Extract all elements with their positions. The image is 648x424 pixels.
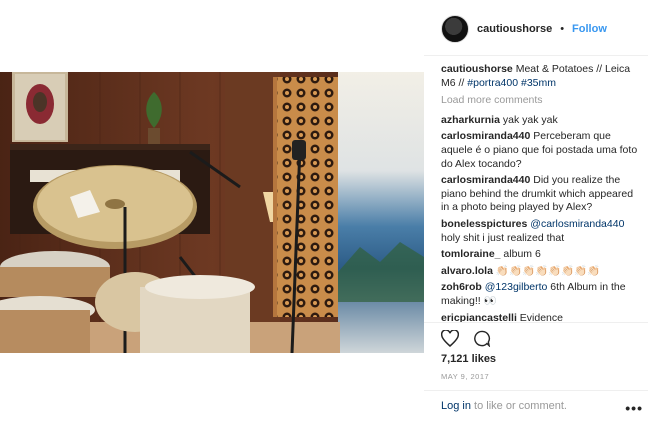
comment-username[interactable]: zoh6rob: [441, 281, 482, 293]
comment-username[interactable]: alvaro.lola: [441, 265, 493, 277]
follow-button[interactable]: Follow: [572, 23, 607, 35]
comment-username[interactable]: azharkurnia: [441, 114, 500, 126]
comments-list: cautioushorse Meat & Potatoes // Leica M…: [441, 63, 641, 328]
hashtag-portra400[interactable]: #portra400: [467, 77, 518, 89]
comment: carlosmiranda440 Perceberam que aquele é…: [441, 130, 641, 171]
comment: bonelesspictures @carlosmiranda440 holy …: [441, 218, 641, 245]
likes-count[interactable]: 7,121 likes: [441, 353, 496, 365]
drumkit-photo: [0, 72, 424, 353]
post-header: cautioushorse • Follow: [441, 12, 607, 46]
hashtag-35mm[interactable]: #35mm: [521, 77, 556, 89]
comment-text: album 6: [500, 248, 541, 261]
post-sidebar: cautioushorse • Follow cautioushorse Mea…: [424, 0, 648, 424]
caption: cautioushorse Meat & Potatoes // Leica M…: [441, 63, 641, 90]
comment-username[interactable]: tomloraine_: [441, 248, 501, 260]
post-actions: [440, 329, 491, 352]
actions-divider: [424, 322, 648, 323]
login-link[interactable]: Log in: [441, 400, 471, 412]
comment: ericpiancastelli Evidence: [441, 312, 641, 326]
comment: tomloraine_ album 6: [441, 248, 641, 262]
load-more-comments[interactable]: Load more comments: [441, 94, 641, 108]
comment-icon[interactable]: [473, 330, 491, 352]
comment-mention[interactable]: @carlosmiranda440: [530, 218, 624, 230]
comment-text: holy shit i just realized that: [441, 231, 565, 244]
post-photo[interactable]: [0, 72, 424, 353]
comment-text: 👏🏻👏🏻👏🏻👏🏻👏🏻👏🏻👏🏻👏🏻: [492, 264, 601, 277]
more-options-icon[interactable]: •••: [625, 400, 643, 416]
login-suffix: to like or comment.: [470, 400, 567, 412]
header-divider: [424, 55, 648, 56]
login-prompt: Log in to like or comment.: [441, 400, 567, 412]
comment: zoh6rob @123gilberto 6th Album in the ma…: [441, 281, 641, 308]
header-username[interactable]: cautioushorse: [477, 23, 552, 35]
avatar[interactable]: [441, 15, 469, 43]
comment: alvaro.lola 👏🏻👏🏻👏🏻👏🏻👏🏻👏🏻👏🏻👏🏻: [441, 265, 641, 279]
comment-username[interactable]: bonelesspictures: [441, 218, 527, 230]
comment: azharkurnia yak yak yak: [441, 114, 641, 128]
comment-username[interactable]: carlosmiranda440: [441, 174, 530, 186]
comment-mention[interactable]: @123gilberto: [485, 281, 548, 293]
heart-icon[interactable]: [440, 329, 460, 352]
comment-text: yak yak yak: [499, 113, 558, 126]
footer-divider: [424, 390, 648, 391]
comment: carlosmiranda440 Did you realize the pia…: [441, 174, 641, 215]
caption-username[interactable]: cautioushorse: [441, 63, 513, 75]
comment-username[interactable]: carlosmiranda440: [441, 130, 530, 142]
separator-dot: •: [560, 23, 565, 35]
post-date: MAY 9, 2017: [441, 372, 490, 381]
